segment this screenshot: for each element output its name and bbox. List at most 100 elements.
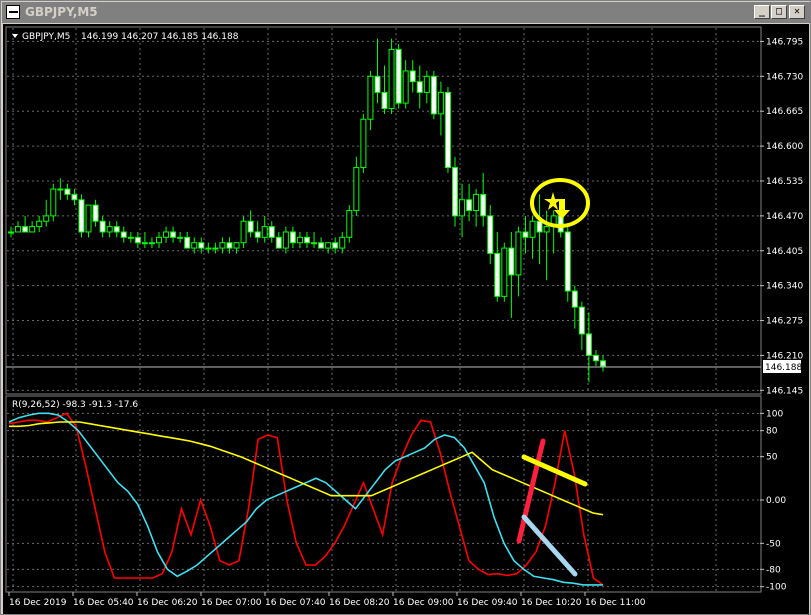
candle-body: [466, 199, 473, 212]
candle-body: [437, 91, 444, 115]
close-icon: ✕: [793, 6, 801, 17]
app-chart-icon: [6, 5, 20, 19]
candle-body: [487, 215, 494, 254]
candle-body: [409, 70, 416, 83]
candle-body: [233, 242, 240, 249]
maximize-button[interactable]: □: [771, 5, 787, 19]
candle-body: [205, 247, 212, 250]
candle-body: [212, 247, 219, 250]
candle-body: [501, 247, 508, 297]
candle-body: [64, 188, 71, 195]
candle-body: [254, 231, 261, 238]
candle-body: [318, 242, 325, 249]
candle-body: [8, 231, 14, 234]
candle-body: [275, 236, 282, 249]
candle-body: [578, 306, 585, 335]
candle-body: [113, 226, 120, 233]
candle-body: [247, 220, 254, 233]
chart-window: GBPJPY,M5 _ □ ✕ 146.795 146.730 146.665 146…: [0, 0, 811, 615]
time-tick-label: 16 Dec 06:20: [137, 598, 198, 608]
candle-body: [388, 48, 395, 110]
candle-body: [508, 247, 515, 276]
candle-body: [191, 242, 198, 249]
price-tick-label: 146.340: [766, 282, 803, 292]
candle-body: [240, 220, 247, 244]
candle-body: [156, 236, 162, 244]
price-tick-label: 146.535: [766, 177, 803, 187]
candle-body: [106, 226, 113, 233]
candle-body: [50, 188, 57, 217]
candle-body: [592, 354, 599, 362]
candle-body: [571, 290, 578, 308]
candle-body: [325, 242, 332, 249]
candle-body: [585, 333, 592, 356]
candle-body: [85, 204, 92, 233]
candle-body: [92, 204, 99, 222]
candle-body: [219, 242, 226, 249]
indicator-tick-label: 50: [766, 453, 778, 463]
current-price-tag: 146.188: [763, 360, 802, 373]
candle-body: [374, 75, 381, 93]
candle-body: [515, 231, 522, 276]
candle-body: [430, 75, 437, 115]
time-tick-label: 16 Dec 07:40: [265, 598, 326, 608]
candle-body: [459, 199, 466, 217]
candle-body: [311, 242, 318, 245]
price-tick-label: 146.145: [766, 386, 803, 396]
candle-body: [226, 242, 233, 249]
candle-body: [423, 75, 430, 93]
candle-body: [177, 236, 184, 239]
chart-background: [3, 24, 809, 614]
indicator-tick-label: 80: [766, 427, 778, 437]
price-tick-label: 146.210: [766, 351, 803, 361]
indicator-tick-label: -80: [766, 565, 781, 575]
indicator-tick-label: -50: [766, 539, 781, 549]
price-tick-label: 146.665: [766, 107, 803, 117]
symbol-label: GBPJPY,M5: [22, 32, 70, 42]
candle-body: [15, 226, 22, 233]
candle-body: [170, 231, 177, 238]
minimize-button[interactable]: _: [754, 5, 770, 19]
candle-body: [43, 215, 50, 222]
candle-body: [22, 226, 29, 233]
price-tick-label: 146.730: [766, 72, 803, 82]
time-tick-label: 16 Dec 2019: [9, 598, 67, 608]
candle-body: [163, 231, 170, 238]
candle-body: [268, 226, 275, 238]
indicator-tick-label: 100: [766, 409, 783, 419]
candle-body: [473, 193, 480, 212]
candle-body: [339, 236, 346, 249]
candle-body: [381, 91, 388, 110]
candle-body: [282, 231, 289, 249]
candle-body: [148, 242, 155, 245]
candle-body: [198, 242, 205, 249]
time-tick-label: 16 Dec 09:00: [393, 598, 454, 608]
candle-body: [29, 226, 36, 233]
candle-body: [332, 242, 339, 249]
candle-body: [346, 210, 353, 238]
candle-body: [78, 199, 85, 233]
candle-body: [494, 252, 501, 297]
time-tick-label: 16 Dec 11:00: [585, 598, 646, 608]
price-tick-label: 146.795: [766, 37, 803, 47]
candle-body: [296, 236, 303, 244]
price-tick-label: 146.275: [766, 317, 803, 327]
candle-body: [134, 236, 141, 244]
price-tick-label: 146.470: [766, 212, 803, 222]
candle-body: [452, 167, 458, 217]
candle-body: [444, 91, 451, 169]
candle-body: [304, 236, 310, 244]
chart-canvas[interactable]: 146.795 146.730 146.665 146.600 146.535 146.4…: [3, 24, 809, 614]
title-bar[interactable]: GBPJPY,M5 _ □ ✕: [2, 2, 810, 23]
price-tick-label: 146.405: [766, 247, 803, 257]
candle-body: [402, 70, 409, 104]
candle-body: [360, 118, 367, 169]
candle-body: [480, 193, 487, 217]
svg-text:146.188: 146.188: [765, 363, 802, 373]
candle-body: [600, 360, 606, 367]
candle-body: [289, 231, 296, 244]
close-button[interactable]: ✕: [789, 5, 805, 19]
candle-body: [184, 236, 191, 249]
candle-body: [120, 231, 127, 238]
time-tick-label: 16 Dec 09:40: [457, 598, 518, 608]
